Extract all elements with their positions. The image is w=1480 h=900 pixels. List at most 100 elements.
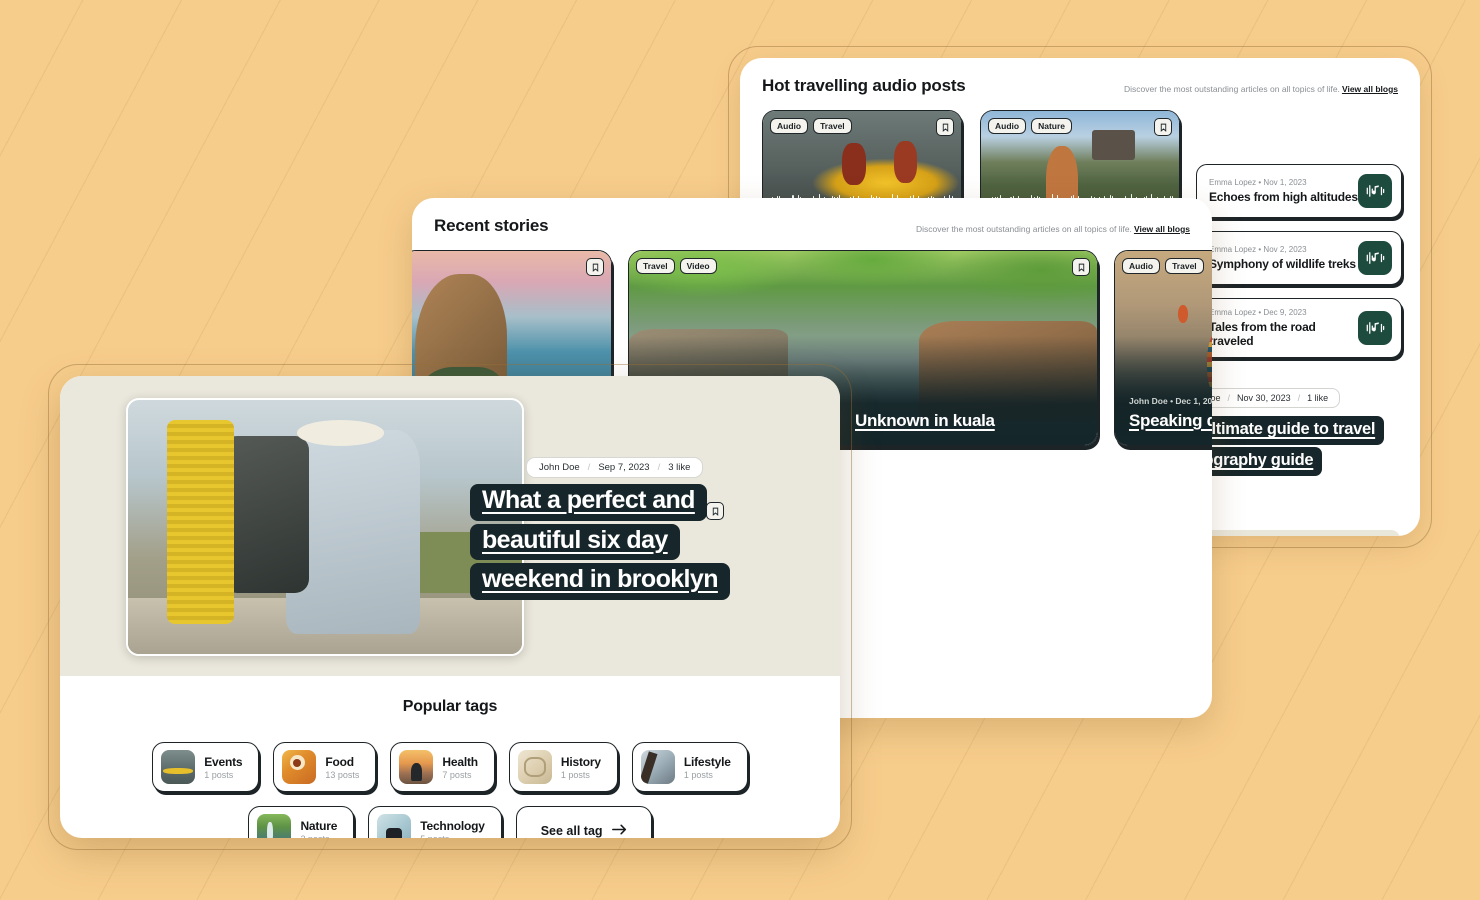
- hero-meta-pill: John Doe / Sep 7, 2023 / 3 like: [526, 457, 704, 478]
- meta-separator: •: [1258, 308, 1262, 317]
- subtitle-text: Discover the most outstanding articles o…: [916, 224, 1132, 234]
- tag-post-count: 13 posts: [325, 769, 360, 780]
- meta-separator: /: [1227, 393, 1231, 403]
- bookmark-icon[interactable]: [936, 118, 954, 136]
- like-count: 3 like: [668, 462, 691, 473]
- tag-name: Health: [442, 754, 478, 769]
- featured-article-panel: John Doe / Sep 7, 2023 / 3 like What a p…: [60, 376, 840, 838]
- tag-chip-audio[interactable]: Audio: [1122, 258, 1161, 275]
- audio-item-meta: Emma Lopez • Nov 1, 2023: [1209, 178, 1358, 187]
- story-title: Unknown in kuala: [855, 410, 995, 430]
- bookmark-icon[interactable]: [1072, 258, 1090, 276]
- tag-post-count: 5 posts: [420, 834, 484, 839]
- bookmark-icon[interactable]: [586, 258, 604, 276]
- meta-separator: •: [1258, 245, 1262, 254]
- publish-date: Sep 7, 2023: [598, 462, 650, 473]
- hero-section: John Doe / Sep 7, 2023 / 3 like What a p…: [60, 376, 840, 676]
- tag-chip-audio[interactable]: Audio: [770, 118, 809, 135]
- meta-separator: /: [587, 462, 591, 473]
- publish-date: Nov 1, 2023: [1263, 178, 1307, 187]
- tag-chip-row: Travel Video: [636, 258, 717, 275]
- author-name: John Doe: [539, 462, 580, 473]
- audio-waveform[interactable]: [981, 193, 1179, 219]
- list-item[interactable]: Emma Lopez • Dec 9, 2023 Tales from the …: [1196, 298, 1402, 358]
- tag-post-count: 1 posts: [683, 769, 713, 780]
- audio-panel-header: Hot travelling audio posts Discover the …: [740, 58, 1420, 96]
- tag-name: History: [560, 754, 601, 769]
- tag-name: Lifestyle: [683, 754, 731, 769]
- audio-note-icon[interactable]: [1358, 174, 1392, 208]
- food-platter-thumb: [282, 750, 317, 784]
- bookmark-icon[interactable]: [1154, 118, 1172, 136]
- story-meta: John Doe • Dec 1, 2023: [1129, 395, 1212, 406]
- audio-card[interactable]: Audio Nature: [980, 110, 1180, 228]
- meta-separator: •: [1258, 178, 1262, 187]
- audio-note-icon[interactable]: [1358, 241, 1392, 275]
- tag-name: Food: [325, 754, 354, 769]
- audio-item-title: Echoes from high altitudes: [1209, 190, 1358, 204]
- story-footer: John Doe • Dec 1, 2023 Speaking digital: [1129, 396, 1212, 431]
- meta-separator: /: [657, 462, 661, 473]
- author-name: Emma Lopez: [1209, 245, 1257, 254]
- tag-card-food[interactable]: Food 13 posts: [273, 742, 377, 792]
- tag-name: Events: [204, 754, 243, 769]
- tag-card-lifestyle[interactable]: Lifestyle 1 posts: [631, 742, 748, 792]
- story-title: Speaking digital: [1129, 410, 1212, 430]
- audio-item-title: Symphony of wildlife treks: [1209, 257, 1356, 271]
- audio-item-meta: Emma Lopez • Nov 2, 2023: [1209, 245, 1356, 254]
- audio-panel-subtitle: Discover the most outstanding articles o…: [1124, 84, 1398, 96]
- tag-chip-nature[interactable]: Nature: [1031, 118, 1073, 135]
- hero-title-line: weekend in brooklyn: [470, 563, 730, 600]
- tag-card-events[interactable]: Events 1 posts: [152, 742, 260, 792]
- see-all-tags-button[interactable]: See all tag: [515, 806, 652, 838]
- tag-card-history[interactable]: History 1 posts: [508, 742, 618, 792]
- publish-date: Nov 30, 2023: [1237, 393, 1291, 403]
- tag-chip-video[interactable]: Video: [679, 258, 717, 275]
- audio-post-list: Emma Lopez • Nov 1, 2023 Echoes from hig…: [1196, 164, 1402, 371]
- tag-card-health[interactable]: Health 7 posts: [390, 742, 495, 792]
- denim-flatlay-thumb: [640, 750, 675, 784]
- recent-stories-title: Recent stories: [434, 216, 549, 235]
- kayak-thumb: [161, 750, 196, 784]
- tag-chip-travel[interactable]: Travel: [1165, 258, 1204, 275]
- popular-tags-title: Popular tags: [402, 698, 498, 715]
- tag-post-count: 1 posts: [204, 769, 234, 780]
- hero-title-line: beautiful six day: [470, 523, 680, 560]
- list-item[interactable]: Emma Lopez • Nov 1, 2023 Echoes from hig…: [1196, 164, 1402, 218]
- hero-title[interactable]: What a perfect and beautiful six day wee…: [470, 484, 810, 603]
- view-all-blogs-link[interactable]: View all blogs: [1134, 224, 1190, 234]
- tag-card-technology[interactable]: Technology 5 posts: [368, 806, 502, 839]
- popular-tags-section: Popular tags Events 1 posts Food 13 post…: [60, 676, 840, 838]
- audio-item-meta: Emma Lopez • Dec 9, 2023: [1209, 308, 1358, 317]
- arrow-right-icon: [611, 824, 627, 838]
- publish-date: Nov 2, 2023: [1263, 245, 1307, 254]
- see-all-label: See all tag: [540, 824, 603, 838]
- page-title: Hot travelling audio posts: [762, 76, 966, 95]
- audio-card[interactable]: Audio Travel: [762, 110, 962, 228]
- publish-date: Dec 9, 2023: [1263, 308, 1307, 317]
- author-name: Emma Lopez: [1209, 308, 1257, 317]
- tag-post-count: 7 posts: [442, 769, 472, 780]
- audio-item-title: Tales from the road traveled: [1209, 320, 1316, 348]
- subtitle-text: Discover the most outstanding articles o…: [1124, 84, 1340, 94]
- man-with-backpack-and-yoga-mat-image: [128, 400, 522, 654]
- waterfall-thumb: [257, 814, 292, 838]
- list-item[interactable]: Emma Lopez • Nov 2, 2023 Symphony of wil…: [1196, 231, 1402, 285]
- view-all-blogs-link[interactable]: View all blogs: [1342, 84, 1398, 94]
- tag-chip-row: Audio Travel: [770, 118, 852, 135]
- tag-chip-travel[interactable]: Travel: [636, 258, 675, 275]
- meditation-sunset-thumb: [399, 750, 434, 784]
- tag-card-nature[interactable]: Nature 2 posts: [248, 806, 355, 838]
- author-name: Emma Lopez: [1209, 178, 1257, 187]
- tag-chip-audio[interactable]: Audio: [988, 118, 1027, 135]
- audio-note-icon[interactable]: [1358, 311, 1392, 345]
- tag-chip-travel[interactable]: Travel: [813, 118, 852, 135]
- audio-waveform[interactable]: [763, 193, 961, 219]
- recent-panel-subtitle: Discover the most outstanding articles o…: [916, 224, 1190, 236]
- hero-image: [126, 398, 524, 656]
- story-card[interactable]: Audio Travel John Doe • Dec 1, 2023 Spea…: [1114, 250, 1212, 446]
- popular-tags-grid: Events 1 posts Food 13 posts Health 7 po…: [60, 716, 840, 838]
- old-map-thumb: [517, 750, 552, 784]
- tablet-map-thumb: [377, 814, 412, 838]
- tag-post-count: 1 posts: [560, 769, 590, 780]
